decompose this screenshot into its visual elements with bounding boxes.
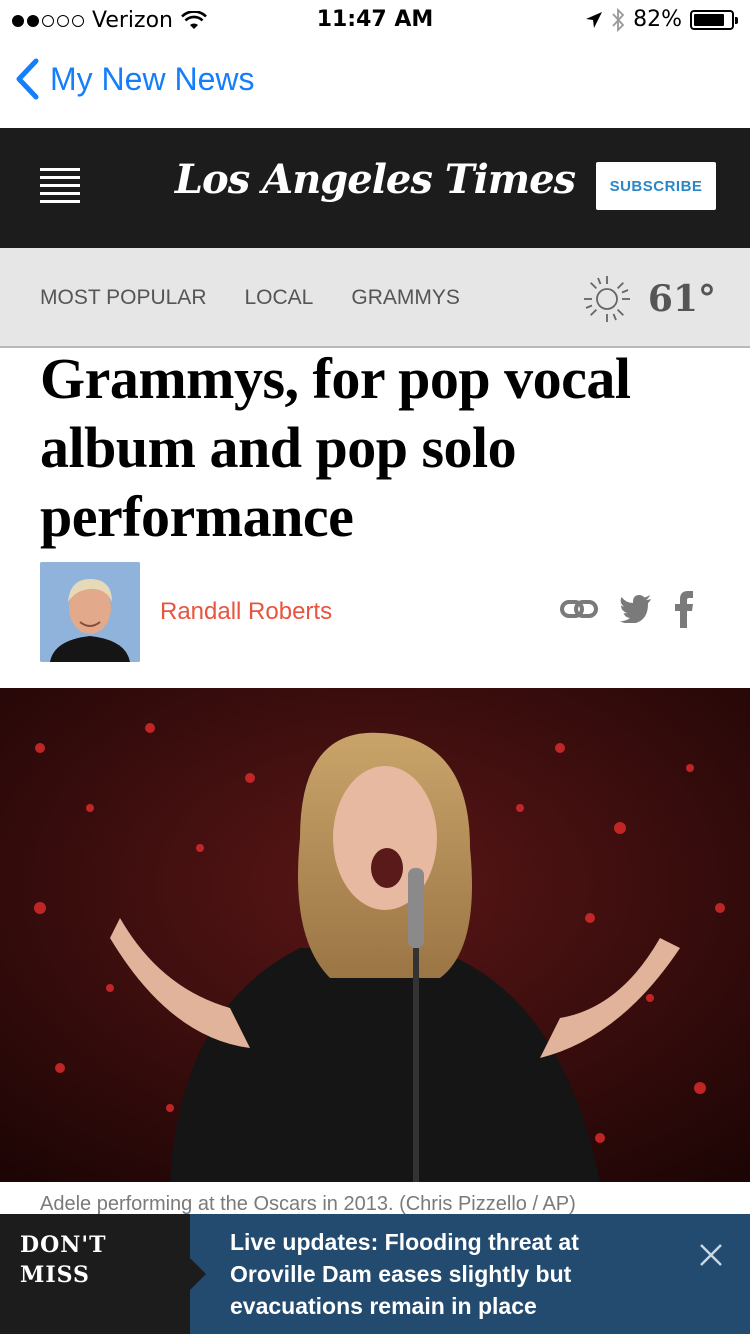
tab-local[interactable]: LOCAL xyxy=(244,286,313,310)
battery-icon xyxy=(690,9,738,30)
photo-caption: Adele performing at the Oscars in 2013. … xyxy=(40,1193,576,1215)
location-arrow-icon xyxy=(586,11,603,28)
dont-miss-banner: DON'T MISS Live updates: Flooding threat… xyxy=(0,1214,750,1334)
back-button[interactable]: My New News xyxy=(14,58,254,100)
site-logo[interactable]: Los Angeles Times xyxy=(150,156,600,203)
close-icon[interactable] xyxy=(698,1242,724,1268)
sun-icon xyxy=(583,276,630,322)
bluetooth-icon xyxy=(612,7,625,32)
article-photo[interactable] xyxy=(0,688,750,1182)
dont-miss-arrow xyxy=(190,1258,206,1290)
dont-miss-label: DON'T MISS xyxy=(0,1214,206,1334)
dont-miss-headline-link[interactable]: Live updates: Flooding threat at Orovill… xyxy=(230,1226,650,1322)
facebook-icon[interactable] xyxy=(674,590,694,628)
twitter-icon[interactable] xyxy=(620,595,652,623)
battery-level xyxy=(694,13,724,26)
masthead: Los Angeles Times SUBSCRIBE xyxy=(0,128,750,248)
share-buttons xyxy=(560,590,694,628)
tab-most-popular[interactable]: MOST POPULAR xyxy=(40,286,206,310)
section-tabs: MOST POPULAR LOCAL GRAMMYS xyxy=(40,286,460,310)
author-avatar[interactable] xyxy=(40,562,140,662)
subscribe-button[interactable]: SUBSCRIBE xyxy=(596,162,716,210)
author-photo xyxy=(40,562,140,662)
author-name-link[interactable]: Randall Roberts xyxy=(160,598,332,626)
article-headline: Grammys, for pop vocal album and pop sol… xyxy=(40,346,631,549)
section-nav: MOST POPULAR LOCAL GRAMMYS 61° xyxy=(0,248,750,348)
navigation-bar: My New News xyxy=(0,40,750,128)
battery-percent: 82% xyxy=(633,7,682,32)
photo-illustration xyxy=(0,688,750,1182)
link-icon[interactable] xyxy=(560,597,598,621)
menu-icon[interactable] xyxy=(40,168,80,204)
temperature: 61° xyxy=(647,278,716,320)
status-bar: Verizon 11:47 AM 82% xyxy=(0,0,750,40)
weather-widget[interactable]: 61° xyxy=(582,274,716,324)
chevron-left-icon xyxy=(16,58,39,100)
dont-miss-label-line1: DON'T xyxy=(20,1232,107,1258)
status-right: 82% xyxy=(585,7,738,32)
back-label: My New News xyxy=(50,60,255,97)
tab-grammys[interactable]: GRAMMYS xyxy=(351,286,460,310)
dont-miss-label-line2: MISS xyxy=(20,1262,90,1288)
